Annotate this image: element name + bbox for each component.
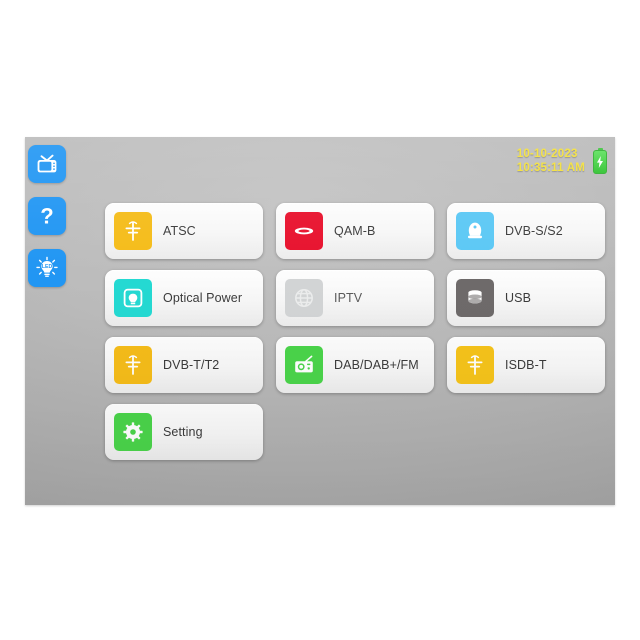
screenshot-canvas: ? LED 10-10-2023 10:35:11 AM ATSC QAM-B … [0, 0, 640, 640]
satellite-dish-icon-tile [456, 212, 494, 250]
app-button-dab-fm[interactable]: DAB/DAB+/FM [276, 337, 434, 393]
app-button-label: Setting [163, 425, 203, 439]
app-button-label: ATSC [163, 224, 196, 238]
app-button-usb[interactable]: USB [447, 270, 605, 326]
app-button-qam-b[interactable]: QAM-B [276, 203, 434, 259]
app-button-label: IPTV [334, 291, 363, 305]
app-button-label: DVB-S/S2 [505, 224, 563, 238]
sidebar-item-help[interactable]: ? [28, 197, 66, 235]
app-button-dvb-s-s2[interactable]: DVB-S/S2 [447, 203, 605, 259]
antenna-icon-tile [456, 346, 494, 384]
app-button-label: ISDB-T [505, 358, 547, 372]
svg-text:LED: LED [42, 264, 53, 270]
svg-text:?: ? [40, 204, 53, 229]
app-button-optical-power[interactable]: Optical Power [105, 270, 263, 326]
app-menu-grid: ATSC QAM-B DVB-S/S2 Optical Power IPTV U… [105, 203, 605, 460]
optical-meter-icon-tile [114, 279, 152, 317]
tv-icon [34, 151, 60, 177]
optical-meter-icon [123, 288, 143, 308]
charging-bolt-icon [597, 156, 603, 168]
datetime-display: 10-10-2023 10:35:11 AM [517, 147, 585, 175]
time-text: 10:35:11 AM [516, 162, 585, 174]
app-button-label: DVB-T/T2 [163, 358, 220, 372]
app-button-setting[interactable]: Setting [105, 404, 263, 460]
antenna-icon [125, 221, 141, 241]
led-icon: LED [34, 255, 60, 281]
globe-icon [295, 289, 313, 307]
antenna-icon [125, 355, 141, 375]
sidebar-item-tv[interactable] [28, 145, 66, 183]
satellite-dish-icon [468, 222, 482, 239]
storage-icon [468, 290, 482, 304]
sidebar: ? LED [28, 145, 82, 301]
antenna-icon [467, 355, 483, 375]
status-bar: 10-10-2023 10:35:11 AM [517, 147, 607, 175]
gear-icon-tile [114, 413, 152, 451]
app-button-label: Optical Power [163, 291, 243, 305]
battery-icon [593, 148, 607, 174]
antenna-icon-tile [114, 346, 152, 384]
app-button-dvb-t-t2[interactable]: DVB-T/T2 [105, 337, 263, 393]
radio-icon [295, 355, 313, 373]
app-button-iptv[interactable]: IPTV [276, 270, 434, 326]
globe-icon-tile [285, 279, 323, 317]
cable-icon-tile [285, 212, 323, 250]
storage-icon-tile [456, 279, 494, 317]
app-button-atsc[interactable]: ATSC [105, 203, 263, 259]
app-button-isdb-t[interactable]: ISDB-T [447, 337, 605, 393]
app-button-label: DAB/DAB+/FM [334, 358, 419, 372]
app-button-label: USB [505, 291, 532, 305]
device-screen: ? LED 10-10-2023 10:35:11 AM ATSC QAM-B … [25, 137, 615, 505]
radio-icon-tile [285, 346, 323, 384]
help-icon: ? [34, 203, 60, 229]
antenna-icon-tile [114, 212, 152, 250]
app-button-label: QAM-B [334, 224, 376, 238]
date-text: 10-10-2023 [516, 148, 578, 160]
gear-icon [123, 422, 143, 442]
cable-icon [294, 227, 314, 235]
sidebar-item-led[interactable]: LED [28, 249, 66, 287]
